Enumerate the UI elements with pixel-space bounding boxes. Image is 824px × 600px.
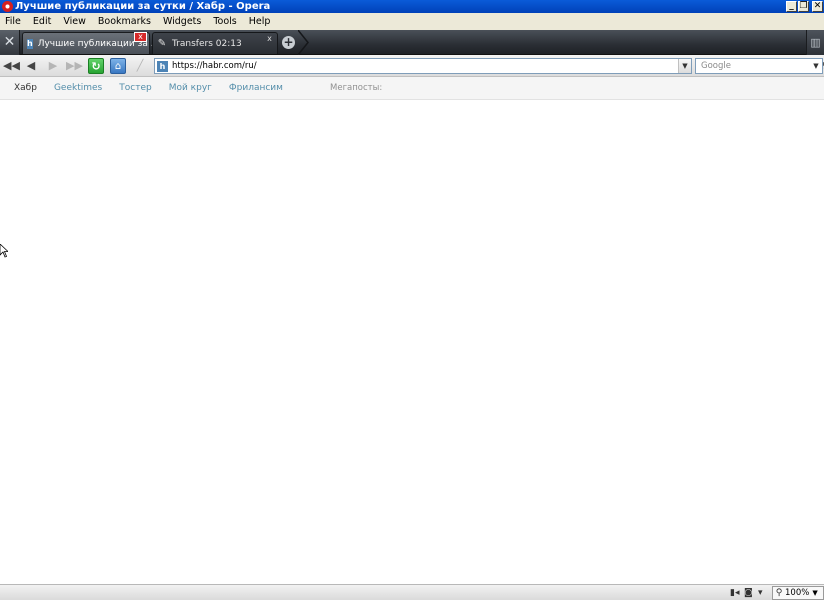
menu-widgets[interactable]: Widgets	[157, 13, 207, 30]
fast-forward-button[interactable]: ▶▶	[66, 58, 83, 74]
tab-habr[interactable]: h Лучшие публикации за ... x	[22, 32, 159, 54]
chevron-down-icon: ▼	[813, 62, 819, 70]
window-controls: _ ❐ ✕	[786, 0, 824, 13]
title-bar: Лучшие публикации за сутки / Хабр - Oper…	[0, 0, 824, 13]
search-engine-dropdown[interactable]: ▼	[810, 59, 822, 73]
tab-label: Transfers 02:13	[172, 38, 242, 49]
close-button[interactable]: ✕	[812, 1, 823, 12]
magnifier-icon: ⚲	[775, 588, 783, 598]
site-link-geektimes[interactable]: Geektimes	[54, 83, 102, 93]
pencil-icon: ╱	[136, 59, 144, 72]
home-icon: ⌂	[114, 61, 122, 72]
back-arrow-icon: ◀	[26, 59, 36, 72]
zoom-control[interactable]: ⚲ 100% ▼	[772, 586, 824, 600]
chevron-down-icon: ▼	[812, 589, 818, 597]
tab-bar: ✕ h Лучшие публикации за ... x ✎ Transfe…	[0, 30, 824, 55]
tab-close-icon[interactable]: x	[134, 32, 147, 42]
fast-forward-icon: ▶▶	[66, 59, 83, 72]
edit-button[interactable]: ╱	[132, 58, 148, 74]
turbo-icon[interactable]: ▮◂	[730, 587, 739, 599]
tab-transfers[interactable]: ✎ Transfers 02:13 x	[152, 32, 278, 54]
trash-icon: ▥	[810, 36, 821, 49]
opera-logo-icon	[2, 1, 13, 12]
menu-bar: File Edit View Bookmarks Widgets Tools H…	[0, 13, 824, 30]
rewind-button[interactable]: ◀◀	[3, 58, 20, 74]
site-link-habr[interactable]: Хабр	[14, 83, 37, 93]
site-link-toster[interactable]: Тостер	[119, 83, 151, 93]
chevron-down-icon: ▼	[682, 62, 688, 70]
window-title: Лучшие публикации за сутки / Хабр - Oper…	[15, 1, 271, 12]
megaposts-label: Мегапосты:	[330, 83, 383, 93]
address-input[interactable]	[172, 61, 642, 71]
site-link-freelansim[interactable]: Фрилансим	[229, 83, 283, 93]
menu-tools[interactable]: Tools	[207, 13, 242, 30]
address-dropdown-button[interactable]: ▼	[678, 59, 691, 73]
rewind-icon: ◀◀	[3, 59, 20, 72]
address-bar[interactable]: h ◉ ? ▼	[154, 58, 824, 74]
tab-close-icon[interactable]: x	[264, 34, 275, 43]
home-button[interactable]: ⌂	[110, 58, 126, 74]
transfer-icon: ✎	[157, 37, 167, 49]
search-input[interactable]	[701, 61, 811, 71]
chevron-down-icon[interactable]: ▾	[758, 587, 763, 599]
habr-favicon-icon: h	[27, 38, 33, 49]
menu-bookmarks[interactable]: Bookmarks	[92, 13, 157, 30]
navigation-toolbar: ◀◀ ◀ ▶ ▶▶ ↻ ⌂ ╱ h ◉ ? ▼ ▼	[0, 55, 824, 77]
zoom-level: 100%	[785, 588, 810, 598]
browser-window: Лучшие публикации за сутки / Хабр - Oper…	[0, 0, 824, 600]
maximize-button[interactable]: ❐	[798, 1, 809, 12]
menu-file[interactable]: File	[0, 13, 27, 30]
menu-edit[interactable]: Edit	[27, 13, 57, 30]
menu-view[interactable]: View	[57, 13, 92, 30]
habr-favicon-icon: h	[157, 60, 168, 72]
page-content: Хабр Geektimes Тостер Мой круг Фрилансим…	[0, 77, 824, 584]
site-link-moikrug[interactable]: Мой круг	[169, 83, 212, 93]
new-tab-button[interactable]: +	[282, 36, 295, 49]
reload-button[interactable]: ↻	[88, 58, 104, 74]
forward-arrow-icon: ▶	[48, 59, 58, 72]
site-navigation: Хабр Geektimes Тостер Мой круг Фрилансим…	[0, 77, 824, 100]
mouse-cursor-icon	[0, 244, 8, 258]
trash-button[interactable]: ▥	[806, 30, 824, 55]
forward-button[interactable]: ▶	[45, 58, 61, 74]
menu-help[interactable]: Help	[243, 13, 277, 30]
reload-icon: ↻	[91, 60, 101, 73]
tab-scroll-arrow-icon	[298, 30, 309, 55]
status-bar: ▮◂ ◙ ▾ ⚲ 100% ▼	[0, 584, 824, 600]
camera-icon[interactable]: ◙	[744, 587, 753, 599]
tools-icon: ✕	[3, 34, 16, 50]
opera-menu-button[interactable]: ✕	[0, 30, 20, 55]
minimize-button[interactable]: _	[786, 1, 797, 12]
search-bar[interactable]: ▼	[695, 58, 823, 74]
back-button[interactable]: ◀	[23, 58, 39, 74]
